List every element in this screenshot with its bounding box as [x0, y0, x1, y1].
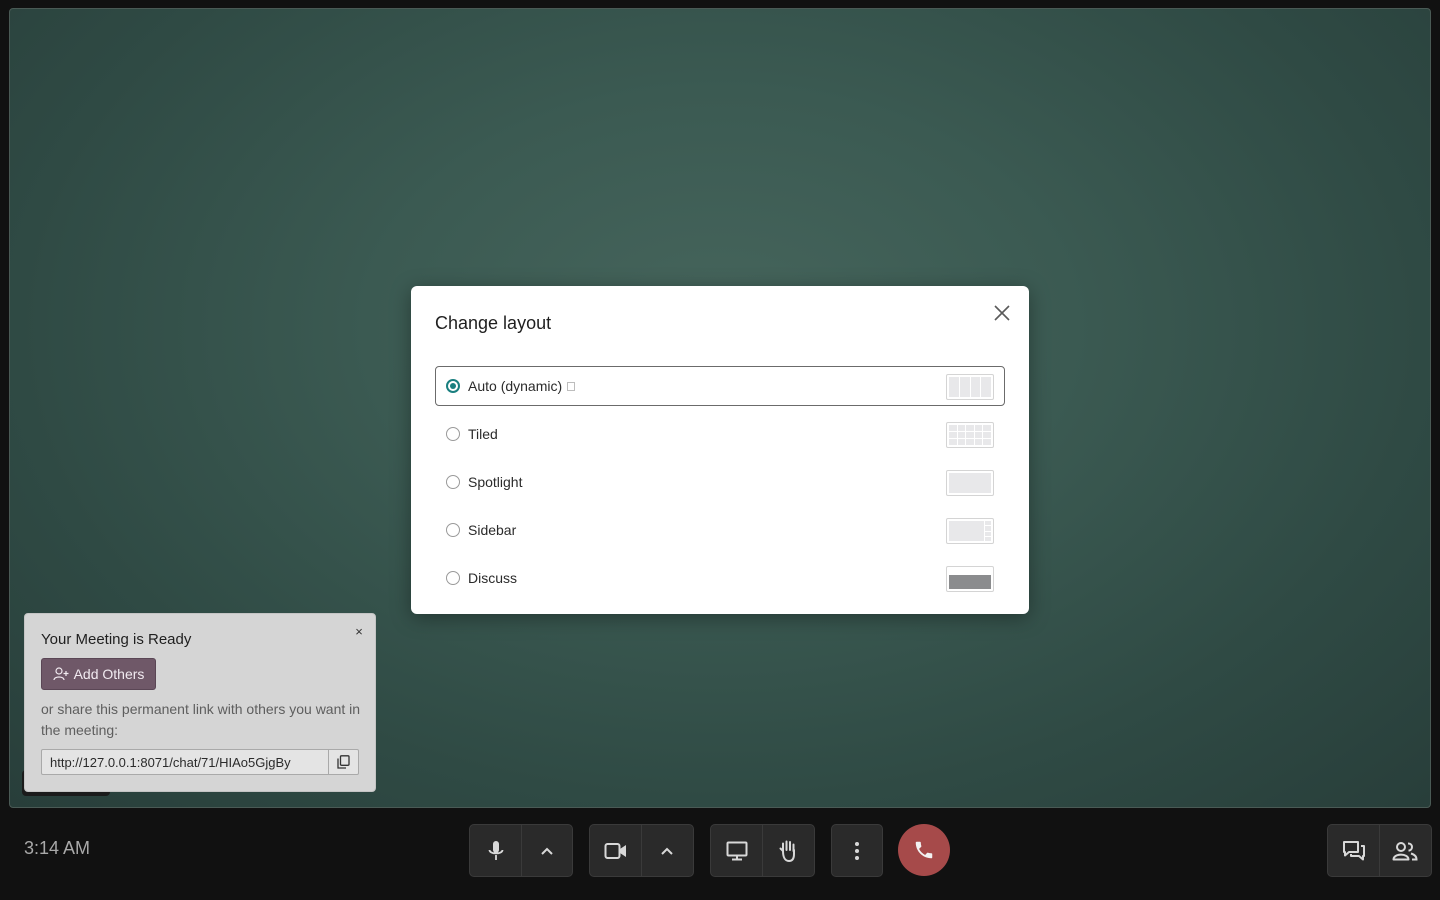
layout-option-auto[interactable]: Auto (dynamic): [435, 366, 1005, 406]
microphone-icon: [488, 840, 503, 860]
microphone-button[interactable]: [470, 825, 521, 876]
video-camera-icon: [604, 842, 626, 859]
layout-option-label: Sidebar: [468, 522, 517, 538]
add-others-label: Add Others: [73, 666, 145, 682]
microphone-options-button[interactable]: [521, 825, 572, 876]
radio-button-discuss[interactable]: [446, 571, 460, 585]
hang-up-button[interactable]: [898, 824, 950, 876]
layout-option-discuss[interactable]: Discuss: [435, 558, 1005, 598]
raise-hand-icon: [779, 840, 795, 862]
radio-button-sidebar[interactable]: [446, 523, 460, 537]
dialog-title: Change layout: [435, 313, 552, 333]
layout-option-label: Discuss: [468, 570, 518, 586]
chevron-up-icon: [541, 847, 553, 855]
radio-button-spotlight[interactable]: [446, 475, 460, 489]
side-panel-control-group: [1327, 824, 1432, 877]
monitor-icon: [726, 841, 747, 860]
more-control-group: [831, 824, 883, 877]
layout-option-list: Auto (dynamic) Tiled Spotlight Sidebar D…: [435, 366, 1005, 606]
participants-button[interactable]: [1379, 825, 1430, 876]
layout-preview-sidebar: [946, 518, 994, 544]
add-user-icon: [52, 667, 69, 681]
meeting-ready-title: Your Meeting is Ready: [41, 631, 192, 648]
layout-option-tiled[interactable]: Tiled: [435, 414, 1005, 454]
more-vertical-icon: [855, 841, 859, 860]
add-others-button[interactable]: Add Others: [41, 658, 156, 690]
layout-preview-spotlight: [946, 470, 994, 496]
copy-link-button[interactable]: [329, 749, 359, 775]
change-layout-dialog: Change layout Auto (dynamic) Tiled Spotl…: [411, 286, 1029, 614]
layout-option-label: Auto (dynamic): [468, 378, 563, 394]
close-icon: [994, 305, 1010, 321]
chat-button[interactable]: [1328, 825, 1379, 876]
layout-preview-discuss: [946, 566, 994, 592]
layout-preview-auto: [946, 374, 994, 400]
camera-button[interactable]: [590, 825, 641, 876]
card-close-button[interactable]: ×: [351, 624, 367, 640]
info-icon: [567, 381, 576, 391]
meeting-ready-card: Your Meeting is Ready × Add Others or sh…: [24, 613, 376, 792]
meeting-link-field[interactable]: http://127.0.0.1:8071/chat/71/HIAo5GjgBy: [41, 749, 329, 775]
layout-option-label: Tiled: [468, 426, 498, 442]
share-control-group: [710, 824, 815, 877]
dialog-close-button[interactable]: [989, 300, 1015, 326]
clock-time: 3:14 AM: [24, 838, 91, 858]
participants-icon: [1392, 841, 1418, 860]
chevron-up-icon: [661, 847, 673, 855]
layout-option-spotlight[interactable]: Spotlight: [435, 462, 1005, 502]
copy-icon: [337, 755, 350, 769]
phone-icon: [915, 841, 933, 859]
radio-button-tiled[interactable]: [446, 427, 460, 441]
radio-button-auto[interactable]: [446, 379, 460, 393]
more-options-button[interactable]: [832, 825, 882, 876]
layout-option-sidebar[interactable]: Sidebar: [435, 510, 1005, 550]
chat-icon: [1342, 840, 1365, 860]
microphone-control-group: [469, 824, 573, 877]
share-screen-button[interactable]: [711, 825, 762, 876]
layout-option-label: Spotlight: [468, 474, 523, 490]
layout-preview-tiled: [946, 422, 994, 448]
share-link-text: or share this permanent link with others…: [41, 701, 361, 738]
camera-options-button[interactable]: [641, 825, 692, 876]
camera-control-group: [589, 824, 694, 877]
raise-hand-button[interactable]: [762, 825, 813, 876]
